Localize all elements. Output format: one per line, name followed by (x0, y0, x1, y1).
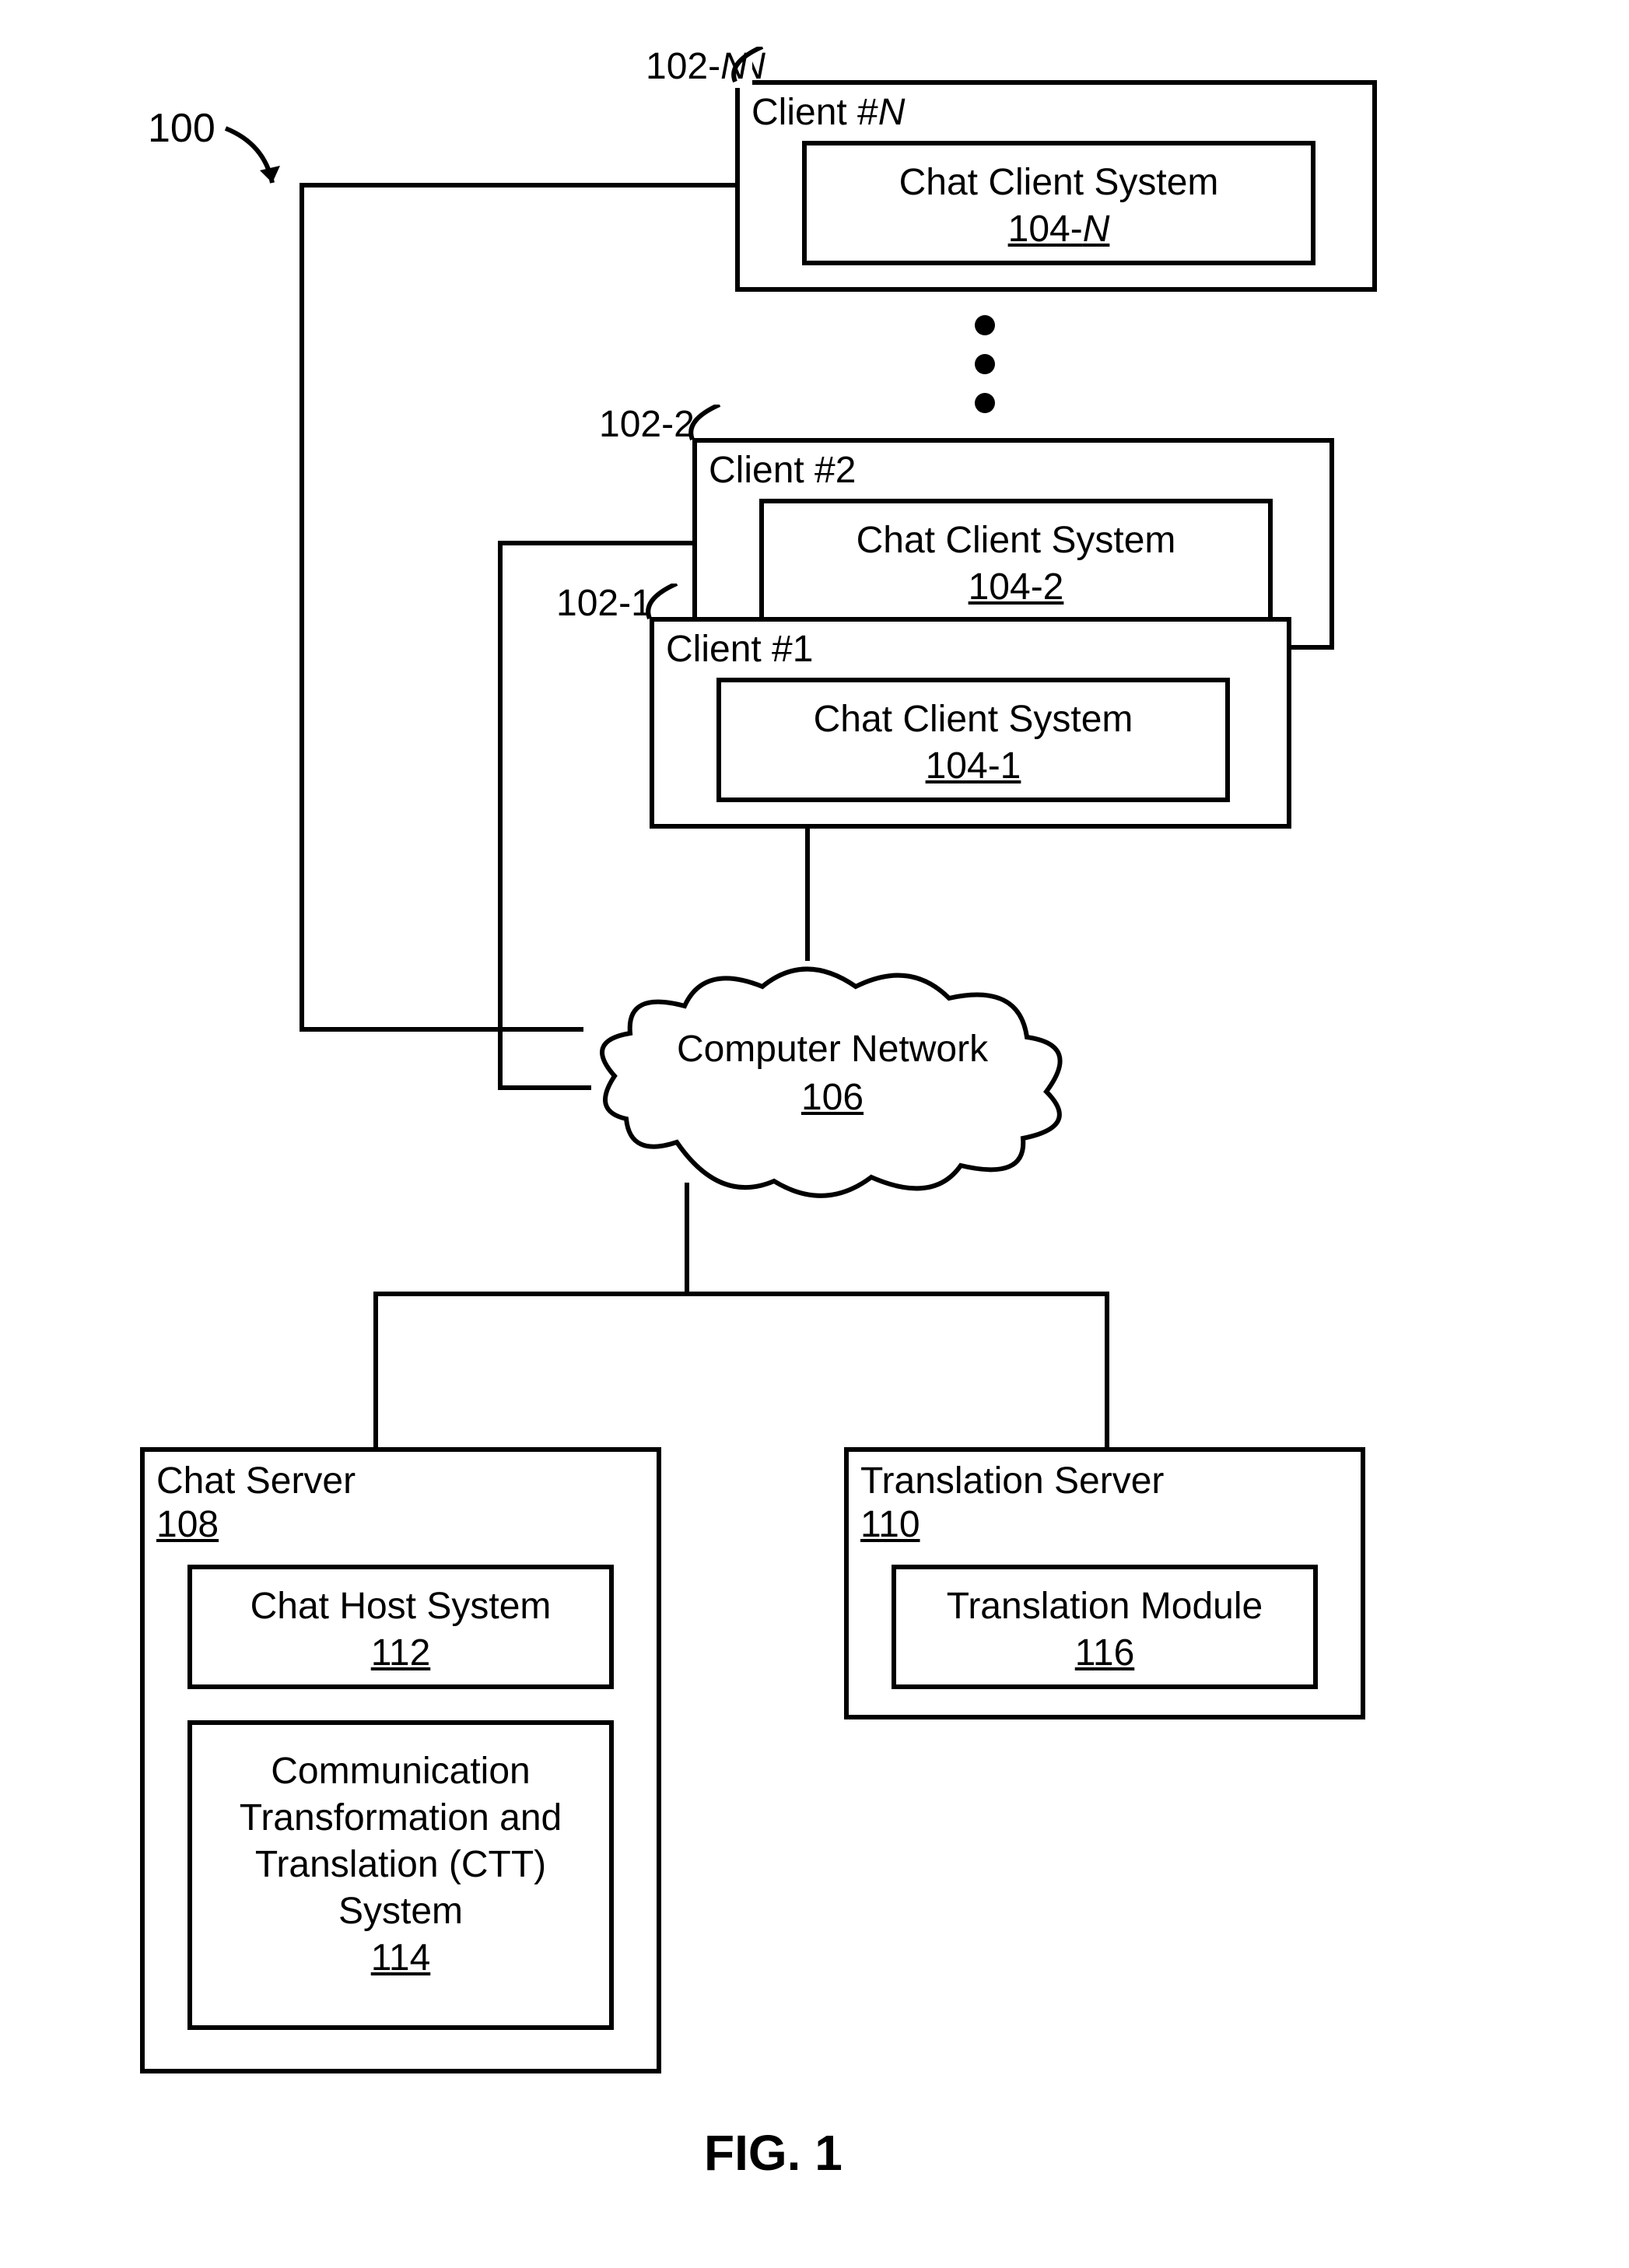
leader-line-icon (642, 584, 712, 638)
client-2-ref-label: 102-2 (599, 403, 695, 446)
chat-server-ref: 108 (156, 1503, 219, 1546)
figure-caption: FIG. 1 (704, 2124, 843, 2182)
chat-host-label: Chat Host System 112 (192, 1569, 609, 1677)
client-1-ref-label: 102-1 (556, 582, 652, 625)
chat-host-box: Chat Host System 112 (187, 1565, 614, 1689)
leader-line-icon (685, 405, 755, 459)
leader-line-icon (727, 47, 797, 101)
client-1-inner-box: Chat Client System 104-1 (716, 678, 1230, 802)
chat-server-box: Chat Server 108 Chat Host System 112 Com… (140, 1447, 661, 2073)
translation-module-label: Translation Module 116 (896, 1569, 1313, 1677)
translation-server-box: Translation Server 110 Translation Modul… (844, 1447, 1365, 1719)
network-label: Computer Network 106 (669, 1025, 996, 1123)
client-n-inner-box: Chat Client System 104-N (802, 141, 1315, 265)
ctt-box: Communication Transformation and Transla… (187, 1720, 614, 2030)
ellipsis-vertical-icon (969, 311, 1000, 428)
figure-reference-100: 100 (148, 105, 215, 152)
translation-server-title: Translation Server (860, 1460, 1164, 1502)
client-2-inner-label: Chat Client System 104-2 (764, 503, 1268, 611)
client-1-inner-label: Chat Client System 104-1 (721, 682, 1225, 790)
chat-server-title: Chat Server (156, 1460, 356, 1502)
client-2-inner-box: Chat Client System 104-2 (759, 499, 1273, 623)
client-n-box: Client #N Chat Client System 104-N (735, 80, 1377, 292)
client-1-box: Client #1 Chat Client System 104-1 (650, 617, 1291, 829)
translation-module-box: Translation Module 116 (892, 1565, 1318, 1689)
client-n-inner-label: Chat Client System 104-N (807, 145, 1311, 253)
ctt-label: Communication Transformation and Transla… (192, 1725, 609, 1982)
pointer-arrow-icon (218, 121, 311, 214)
translation-server-ref: 110 (860, 1503, 920, 1546)
